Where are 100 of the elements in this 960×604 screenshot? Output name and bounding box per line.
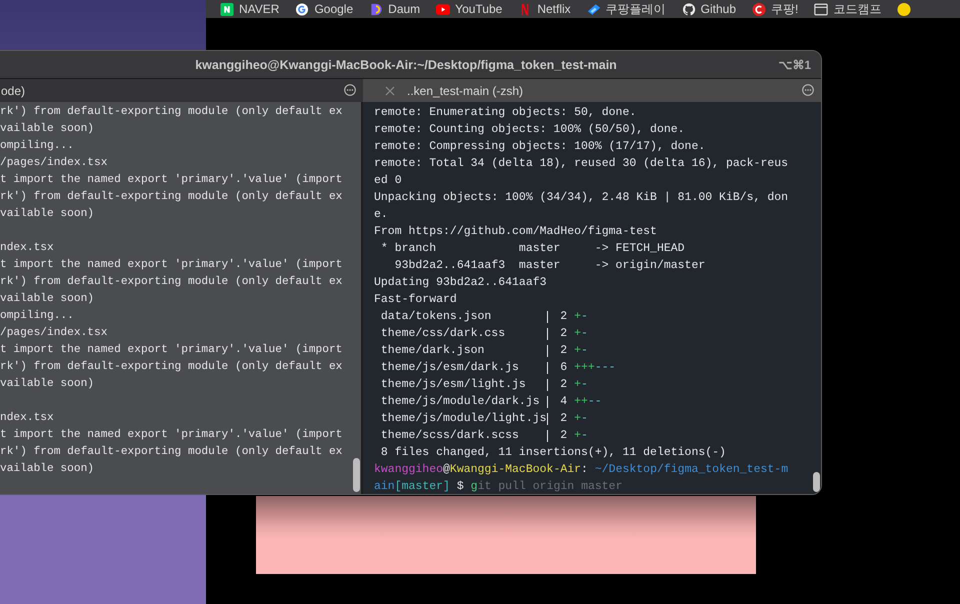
bookmark-link[interactable]: 쿠팡플레이 [606, 0, 666, 18]
change-count: 2 [560, 377, 568, 393]
terminal-line: vailable soon) [0, 462, 95, 477]
deletion-marks: - [581, 326, 588, 342]
terminal-line: /pages/index.tsx [0, 156, 108, 171]
deletion-marks: - [581, 428, 588, 444]
bookmark-link[interactable]: 코드캠프 [833, 0, 882, 18]
deletion-marks: - [581, 343, 588, 359]
file-name: theme/js/module/light.js [380, 411, 547, 427]
terminal-line: From https://github.com/MadHeo/figma-test [374, 224, 658, 240]
terminal-line: t import the named export 'primary'.'value' (import [0, 428, 344, 443]
insertion-marks: + [574, 343, 581, 359]
more-icon[interactable] [344, 84, 356, 96]
file-name: theme/js/esm/light.js [380, 377, 527, 393]
cat-logo-icon[interactable] [682, 2, 696, 16]
bookmark-link[interactable]: 쿠팡! [771, 0, 798, 18]
terminal-line: Updating 93bd2a2..641aaf3 [374, 275, 548, 291]
file-name: data/tokens.json [380, 309, 492, 325]
terminal-line: 93bd2a2..641aaf3 master -> origin/master [394, 258, 706, 274]
git-branch: [master] [394, 480, 450, 493]
bookmark-link[interactable]: NAVER [239, 2, 280, 16]
terminal-line: Unpacking objects: 100% (34/34), 2.48 KiB | 81.00 KiB/s, don [374, 190, 790, 206]
prompt-path: ain [374, 480, 395, 493]
terminal-line: ndex.tsx [0, 410, 55, 426]
insertion-marks: + [574, 411, 581, 427]
terminal-line: vailable soon) [0, 206, 95, 222]
terminal-line: ompiling... [0, 308, 75, 324]
bookmark-link[interactable]: Daum [388, 2, 420, 16]
terminal-line: remote: Total 34 (delta 18), reused 30 (delta 16), pack-reus [374, 156, 790, 172]
file-name: theme/dark.json [380, 343, 486, 359]
terminal-line: e. [374, 207, 389, 223]
file-name: theme/js/esm/dark.js [380, 360, 520, 376]
insertion-marks: + [574, 377, 581, 393]
insertion-marks: + [574, 309, 581, 325]
terminal-line: rk') from default-exporting module (only default ex [0, 190, 344, 205]
terminal-line: ompiling... [0, 138, 75, 154]
terminal-line: rk') from default-exporting module (only default ex [0, 360, 344, 375]
change-count: 2 [560, 326, 568, 342]
window-title: kwanggiheo@Kwanggi-MacBook-Air:~/Desktop/figma_token_test-main [195, 58, 617, 72]
terminal-line: t import the named export 'primary'.'value' (import [0, 258, 344, 273]
terminal-line: ndex.tsx [0, 240, 55, 256]
prompt-symbol: $ [456, 480, 464, 493]
deletion-marks: - [581, 309, 588, 325]
insertion-marks: + [574, 326, 581, 342]
insertion-marks: +++ [574, 360, 595, 376]
insertion-marks: + [574, 428, 581, 444]
file-name: theme/css/dark.css [380, 326, 506, 342]
change-count: 2 [560, 343, 568, 359]
terminal-line: rk') from default-exporting module (only default ex [0, 444, 344, 460]
insertion-marks: ++ [574, 394, 588, 410]
bookmark-link[interactable]: Netflix [537, 2, 571, 16]
terminal-line: /pages/index.tsx [0, 326, 108, 341]
command-suggestion: it pull origin master [478, 480, 622, 493]
terminal-line: * branch master -> FETCH_HEAD [380, 241, 686, 257]
close-icon[interactable] [385, 86, 395, 96]
prompt-host: Kwanggi-MacBook-Air [450, 463, 582, 476]
change-count: 2 [560, 309, 568, 325]
prompt-separator: : [581, 463, 588, 476]
bookmark-link[interactable]: Google [314, 2, 354, 16]
deletion-marks: -- [588, 394, 602, 410]
scrollbar-thumb[interactable] [353, 458, 360, 492]
more-icon[interactable] [802, 84, 814, 96]
terminal-line: remote: Compressing objects: 100% (17/17), done. [374, 139, 706, 155]
prompt-user: kwanggiheo [374, 463, 444, 476]
terminal-line: ed 0 [374, 173, 403, 189]
terminal-line: rk') from default-exporting module (only default ex [0, 274, 344, 290]
terminal-line: remote: Enumerating objects: 50, done. [374, 105, 638, 121]
terminal-tab[interactable]: ode) [0, 79, 363, 102]
terminal-line: 8 files changed, 11 insertions(+), 11 deletions(-) [380, 445, 727, 461]
terminal-line: vailable soon) [0, 292, 95, 307]
bookmark-link[interactable]: Github [700, 2, 736, 16]
terminal-line: t import the named export 'primary'.'value' (import [0, 172, 344, 188]
round-icon[interactable] [897, 2, 912, 16]
change-count: 6 [560, 360, 568, 376]
deletion-marks: - [581, 377, 588, 393]
c-logo-icon[interactable] [752, 2, 766, 16]
prompt-separator: @ [443, 463, 450, 476]
terminal-line: t import the named export 'primary'.'value' (import [0, 342, 344, 358]
bookmark-link[interactable]: YouTube [455, 2, 502, 16]
change-count: 4 [560, 394, 568, 410]
deletion-marks: --- [594, 360, 616, 376]
file-name: theme/js/module/dark.js [380, 394, 541, 410]
change-count: 2 [560, 428, 568, 444]
d-logo-icon[interactable] [369, 2, 384, 16]
deletion-marks: - [581, 411, 588, 427]
typed-command[interactable]: g [470, 480, 478, 493]
scrollbar-thumb[interactable] [813, 472, 820, 492]
terminal-line: remote: Counting objects: 100% (50/50), done. [374, 122, 686, 138]
window-icon[interactable] [814, 2, 828, 16]
g-logo-icon[interactable] [295, 2, 310, 16]
file-name: theme/scss/dark.scss [380, 428, 520, 444]
shortcut-label: ⌥⌘1 [778, 58, 811, 72]
play-icon[interactable] [436, 2, 450, 16]
terminal-line: rk') from default-exporting module (only default ex [0, 104, 344, 120]
change-count: 2 [560, 411, 568, 427]
terminal-line: Fast-forward [374, 292, 458, 308]
terminal-line: vailable soon) [0, 122, 95, 137]
n-logo-icon[interactable] [220, 2, 234, 16]
prompt-path: ~/Desktop/figma_token_test-m [594, 463, 788, 476]
terminal-tab[interactable]: ..ken_test-main (-zsh) [363, 79, 821, 102]
